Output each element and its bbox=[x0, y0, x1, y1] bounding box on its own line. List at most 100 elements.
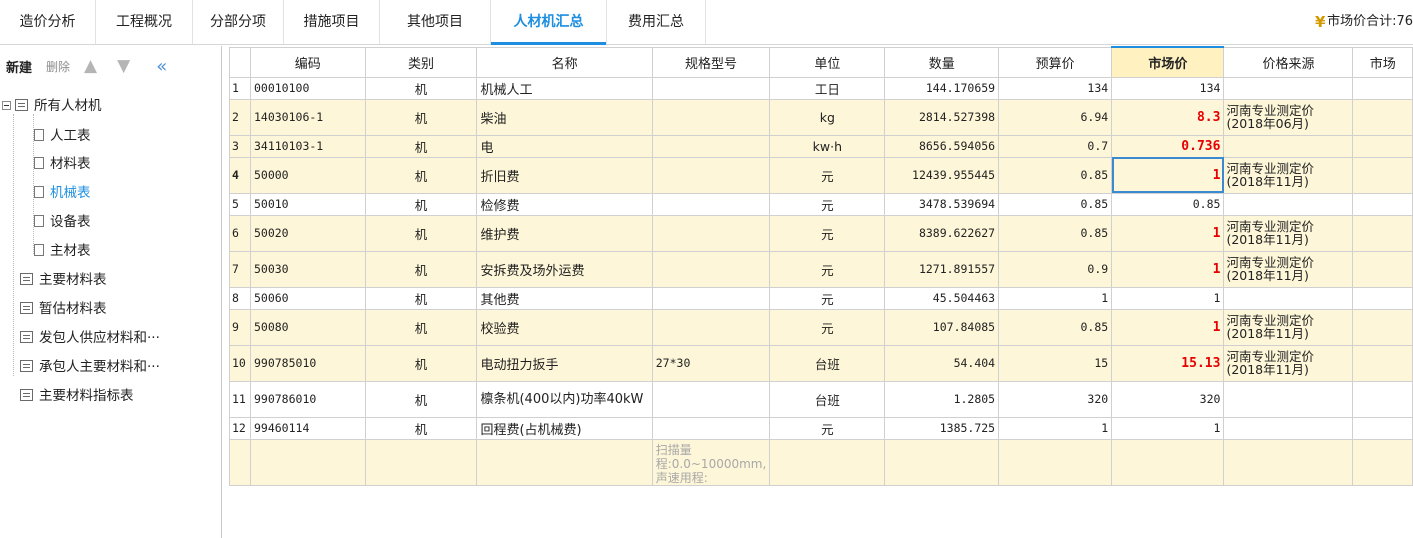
market-price-cell[interactable]: 15.13 bbox=[1111, 344, 1225, 382]
code-cell[interactable]: 990786010 bbox=[249, 380, 366, 418]
table-row[interactable]: 2 14030106-1 机柴油 kg 2814.527398 6.94 8.3 河南专业测定… bbox=[229, 98, 1413, 136]
price-source-cell[interactable]: 河南专业测定价(2018年11月) bbox=[1223, 250, 1354, 288]
code-cell[interactable]: 14030106-1 bbox=[249, 98, 366, 136]
price-source-cell[interactable] bbox=[1223, 76, 1354, 100]
name-cell[interactable]: 机械人工 bbox=[476, 76, 653, 100]
spec-cell[interactable] bbox=[651, 214, 771, 252]
table-row[interactable]: 9 50080 机校验费 元 107.84085 0.85 1 河南专业测定价(2018年11… bbox=[229, 308, 1413, 346]
name-cell[interactable]: 电 bbox=[476, 134, 653, 158]
budget-price-cell[interactable]: 134 bbox=[998, 76, 1113, 100]
spec-cell[interactable] bbox=[651, 192, 771, 216]
budget-price-cell[interactable]: 0.85 bbox=[998, 308, 1113, 346]
tab-cost-analysis[interactable]: 造价分析 bbox=[0, 0, 96, 44]
column-header-name[interactable]: 名称 bbox=[476, 46, 653, 78]
table-row[interactable]: 7 50030 机安拆费及场外运费 元 1271.891557 0.9 1 河南专业测定价(2… bbox=[229, 250, 1413, 288]
row-number-cell[interactable]: 6 bbox=[229, 214, 251, 252]
double-chevron-left-icon[interactable]: « bbox=[156, 56, 167, 77]
price-source-cell[interactable]: 河南专业测定价(2018年06月) bbox=[1223, 98, 1354, 136]
quantity-cell[interactable]: 1385.725 bbox=[884, 416, 1000, 440]
market-extra-cell[interactable] bbox=[1352, 344, 1413, 382]
table-row[interactable]: 3 34110103-1 机电 kw·h 8656.594056 0.7 0.736 bbox=[229, 134, 1413, 158]
tab-sub-items[interactable]: 分部分项 bbox=[193, 0, 284, 44]
column-header-market-extra[interactable]: 市场 bbox=[1352, 46, 1413, 78]
quantity-cell[interactable]: 45.504463 bbox=[884, 286, 1000, 310]
tab-labor-material-machine-summary[interactable]: 人材机汇总 bbox=[491, 0, 607, 45]
code-cell[interactable]: 50080 bbox=[249, 308, 366, 346]
row-number-cell[interactable]: 1 bbox=[229, 76, 251, 100]
row-number-cell[interactable]: 5 bbox=[229, 192, 251, 216]
category-cell[interactable]: 机 bbox=[364, 98, 478, 136]
tree-node-contractor-materials[interactable]: 承包人主要材料和··· bbox=[20, 353, 160, 381]
row-number-cell[interactable]: 3 bbox=[229, 134, 251, 158]
budget-price-cell[interactable]: 0.7 bbox=[998, 134, 1113, 158]
name-cell[interactable]: 其他费 bbox=[476, 286, 653, 310]
market-price-cell[interactable]: 1 bbox=[1111, 416, 1225, 440]
budget-price-cell[interactable]: 6.94 bbox=[998, 98, 1113, 136]
name-cell[interactable]: 柴油 bbox=[476, 98, 653, 136]
market-extra-cell[interactable] bbox=[1352, 250, 1413, 288]
spec-cell[interactable] bbox=[651, 76, 771, 100]
category-cell[interactable]: 机 bbox=[364, 156, 478, 194]
name-cell[interactable]: 检修费 bbox=[476, 192, 653, 216]
row-number-cell[interactable]: 8 bbox=[229, 286, 251, 310]
price-source-cell[interactable]: 河南专业测定价(2018年11月) bbox=[1223, 308, 1354, 346]
price-source-cell[interactable] bbox=[1223, 192, 1354, 216]
tree-node-major-materials[interactable]: 主要材料表 bbox=[20, 266, 107, 294]
column-header-market-price[interactable]: 市场价 bbox=[1111, 46, 1225, 78]
market-price-cell[interactable]: 8.3 bbox=[1111, 98, 1225, 136]
unit-cell[interactable]: 台班 bbox=[769, 380, 886, 418]
market-price-cell[interactable]: 0.85 bbox=[1111, 192, 1225, 216]
unit-cell[interactable]: 工日 bbox=[769, 76, 886, 100]
quantity-cell[interactable]: 8656.594056 bbox=[884, 134, 1000, 158]
budget-price-cell[interactable]: 320 bbox=[998, 380, 1113, 418]
market-extra-cell[interactable] bbox=[1352, 76, 1413, 100]
budget-price-cell[interactable]: 0.85 bbox=[998, 214, 1113, 252]
budget-price-cell[interactable]: 0.85 bbox=[998, 156, 1113, 194]
new-button[interactable]: 新建 bbox=[6, 57, 32, 76]
tab-fee-summary[interactable]: 费用汇总 bbox=[607, 0, 706, 44]
market-price-cell[interactable]: 1 bbox=[1111, 308, 1225, 346]
unit-cell[interactable]: 元 bbox=[769, 308, 886, 346]
tree-node-equipment[interactable]: 设备表 bbox=[34, 208, 91, 236]
code-cell[interactable]: 990785010 bbox=[249, 344, 366, 382]
price-source-cell[interactable] bbox=[1223, 380, 1354, 418]
spec-cell[interactable] bbox=[651, 416, 771, 440]
category-cell[interactable]: 机 bbox=[364, 134, 478, 158]
quantity-cell[interactable]: 144.170659 bbox=[884, 76, 1000, 100]
code-cell[interactable]: 34110103-1 bbox=[249, 134, 366, 158]
table-row[interactable]: 11 990786010 机檩条机(400以内)功率40kW 台班 1.2805 320 3… bbox=[229, 380, 1413, 418]
budget-price-cell[interactable]: 1 bbox=[998, 286, 1113, 310]
budget-price-cell[interactable]: 0.85 bbox=[998, 192, 1113, 216]
name-cell[interactable]: 檩条机(400以内)功率40kW bbox=[476, 380, 653, 418]
tree-node-machinery[interactable]: 机械表 bbox=[34, 179, 91, 207]
row-number-cell[interactable]: 11 bbox=[229, 380, 251, 418]
spec-cell[interactable] bbox=[651, 286, 771, 310]
market-price-cell[interactable]: 1 bbox=[1111, 214, 1225, 252]
quantity-cell[interactable]: 8389.622627 bbox=[884, 214, 1000, 252]
collapse-minus-icon[interactable] bbox=[2, 101, 11, 110]
code-cell[interactable]: 50010 bbox=[249, 192, 366, 216]
table-row[interactable]: 4 50000 机折旧费 元 12439.955445 0.85 1 河南专业测定价(2018… bbox=[229, 156, 1413, 194]
spec-cell[interactable] bbox=[651, 98, 771, 136]
unit-cell[interactable]: 元 bbox=[769, 286, 886, 310]
category-cell[interactable]: 机 bbox=[364, 214, 478, 252]
quantity-cell[interactable]: 2814.527398 bbox=[884, 98, 1000, 136]
unit-cell[interactable]: 台班 bbox=[769, 344, 886, 382]
quantity-cell[interactable]: 3478.539694 bbox=[884, 192, 1000, 216]
name-cell[interactable]: 折旧费 bbox=[476, 156, 653, 194]
price-source-cell[interactable]: 河南专业测定价(2018年11月) bbox=[1223, 214, 1354, 252]
column-header-spec[interactable]: 规格型号 bbox=[651, 46, 771, 78]
category-cell[interactable]: 机 bbox=[364, 286, 478, 310]
spec-cell[interactable] bbox=[651, 308, 771, 346]
market-price-cell[interactable]: 1 bbox=[1111, 250, 1225, 288]
market-extra-cell[interactable] bbox=[1352, 308, 1413, 346]
market-price-cell[interactable]: 1 bbox=[1111, 156, 1225, 194]
code-cell[interactable]: 50030 bbox=[249, 250, 366, 288]
spec-cell[interactable] bbox=[651, 156, 771, 194]
market-extra-cell[interactable] bbox=[1352, 134, 1413, 158]
tree-node-all-items[interactable]: 所有人材机 bbox=[2, 92, 102, 120]
market-extra-cell[interactable] bbox=[1352, 98, 1413, 136]
unit-cell[interactable]: 元 bbox=[769, 250, 886, 288]
quantity-cell[interactable]: 107.84085 bbox=[884, 308, 1000, 346]
category-cell[interactable]: 机 bbox=[364, 192, 478, 216]
